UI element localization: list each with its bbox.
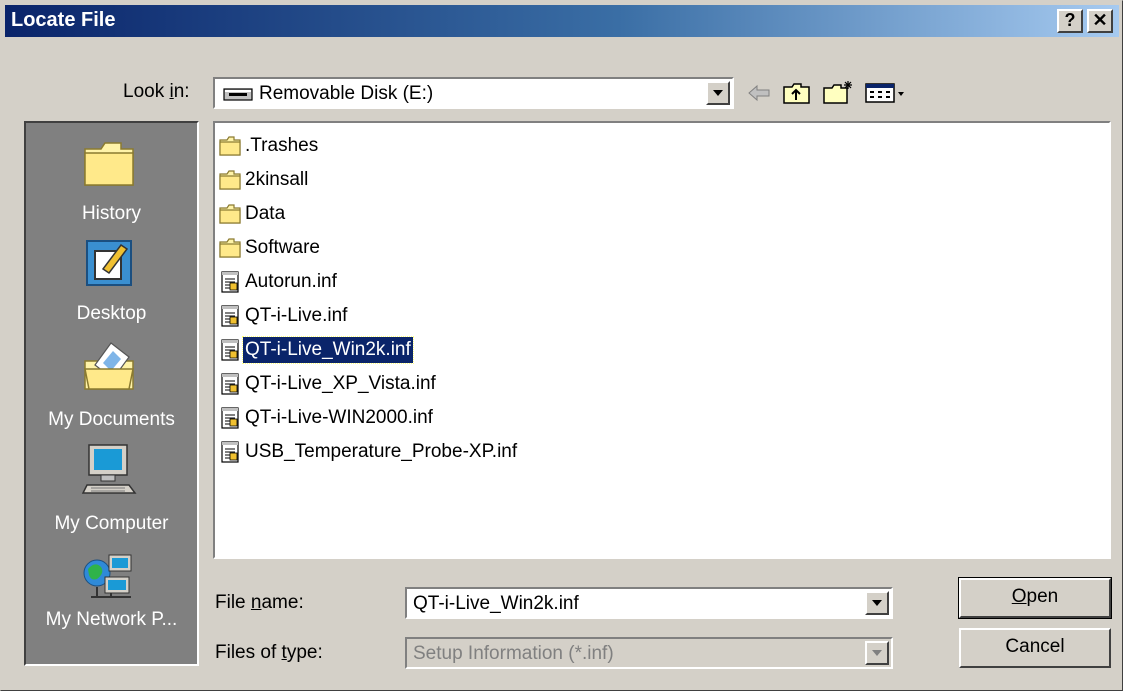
- place-label: Desktop: [76, 303, 147, 324]
- new-folder-icon[interactable]: [821, 79, 855, 107]
- up-folder-icon[interactable]: [781, 79, 813, 107]
- places-bar: History Desktop My Documents My Computer…: [24, 121, 199, 666]
- folder-icon: [219, 169, 241, 191]
- file-name-dropdown-arrow[interactable]: [865, 591, 889, 615]
- place-label: History: [81, 203, 142, 224]
- my-network-places-icon: [83, 554, 132, 598]
- look-in-dropdown-arrow[interactable]: [706, 81, 730, 105]
- look-in-value: Removable Disk (E:): [259, 83, 434, 104]
- folder-icon: [219, 135, 241, 157]
- file-list-item-name: Software: [245, 237, 320, 258]
- folder-icon: [219, 203, 241, 225]
- file-name-label-key: n: [250, 592, 262, 613]
- inf-file-icon: [219, 407, 241, 429]
- close-button[interactable]: ✕: [1087, 9, 1113, 33]
- look-in-label: Look in:: [123, 81, 190, 103]
- file-name-label-pre: File: [215, 592, 251, 613]
- file-list-item-name: QT-i-Live.inf: [245, 305, 348, 326]
- back-arrow-icon[interactable]: [745, 79, 775, 107]
- file-list-item-name: .Trashes: [245, 135, 319, 156]
- files-of-type-label-post: ype:: [286, 642, 323, 663]
- my-documents-icon: [84, 342, 134, 390]
- files-of-type-select: Setup Information (*.inf): [405, 637, 893, 669]
- file-name-value[interactable]: QT-i-Live_Win2k.inf: [413, 593, 579, 615]
- inf-file-icon: [219, 339, 241, 361]
- cancel-button[interactable]: Cancel: [959, 628, 1111, 668]
- files-of-type-dropdown-arrow: [865, 641, 889, 665]
- window-title: Locate File: [11, 9, 116, 31]
- removable-disk-icon: [223, 88, 253, 101]
- file-name-input[interactable]: QT-i-Live_Win2k.inf: [405, 587, 893, 619]
- file-list-item-name: QT-i-Live_XP_Vista.inf: [245, 373, 436, 394]
- look-in-select[interactable]: Removable Disk (E:): [213, 77, 734, 109]
- file-list-item-name: 2kinsall: [245, 169, 309, 190]
- file-list-item-name: Data: [245, 203, 286, 224]
- inf-file-icon: [219, 373, 241, 395]
- file-list[interactable]: .Trashes 2kinsall Data Software Autorun.inf Q…: [213, 121, 1111, 559]
- file-list-item-name: Autorun.inf: [245, 271, 337, 292]
- place-label: My Network P...: [45, 609, 178, 630]
- open-button[interactable]: Open: [958, 577, 1112, 619]
- help-button[interactable]: ?: [1057, 9, 1083, 33]
- open-button-key: O: [1011, 586, 1027, 607]
- file-list-item-name: QT-i-Live-WIN2000.inf: [245, 407, 433, 428]
- file-list-item-name: QT-i-Live_Win2k.inf: [242, 336, 414, 364]
- file-list-item-name: USB_Temperature_Probe-XP.inf: [245, 441, 518, 462]
- files-of-type-label-pre: Files of: [215, 642, 282, 663]
- file-name-label-post: ame:: [261, 592, 304, 613]
- inf-file-icon: [219, 305, 241, 327]
- history-folder-icon: [84, 142, 134, 186]
- look-in-label-pre: Look: [123, 81, 170, 102]
- files-of-type-label: Files of type:: [215, 642, 323, 664]
- look-in-label-post: n:: [173, 81, 190, 102]
- folder-icon: [219, 237, 241, 259]
- locate-file-dialog: Locate File ? ✕ Look in: Removable Disk …: [0, 0, 1123, 691]
- view-menu-icon[interactable]: [863, 79, 907, 107]
- inf-file-icon: [219, 441, 241, 463]
- desktop-icon: [86, 240, 132, 286]
- file-name-label: File name:: [215, 592, 304, 614]
- my-computer-icon: [81, 444, 137, 494]
- inf-file-icon: [219, 271, 241, 293]
- title-bar[interactable]: Locate File ? ✕: [5, 5, 1119, 37]
- open-button-label: pen: [1026, 586, 1059, 607]
- files-of-type-value: Setup Information (*.inf): [413, 643, 614, 664]
- place-label: My Computer: [54, 513, 169, 534]
- place-label: My Documents: [48, 409, 175, 430]
